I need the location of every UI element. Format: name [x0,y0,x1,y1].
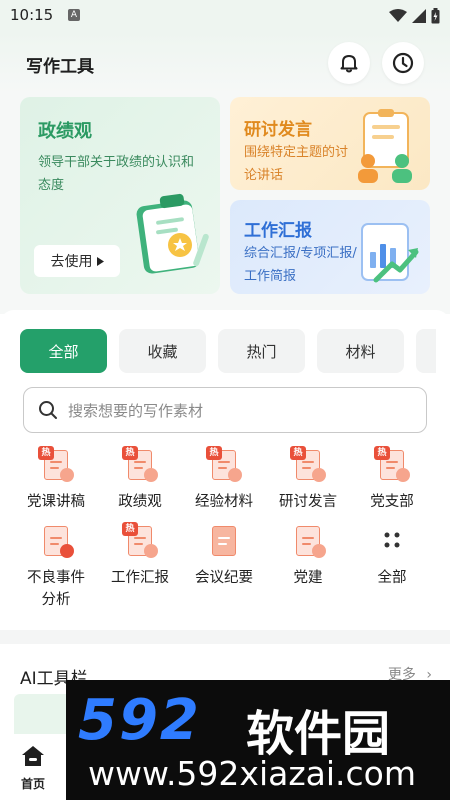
grid-item-party-building[interactable]: 党建 [266,522,350,589]
grid-item-seminar[interactable]: 热 研讨发言 [266,446,350,513]
use-button[interactable]: 去使用 [34,245,120,277]
watermark-url: www.592xiazai.com [88,754,417,793]
ai-tool-card[interactable] [14,694,74,734]
chart-illustration [361,223,419,283]
notifications-button[interactable] [328,42,370,84]
speech-document-icon: 热 [290,446,326,482]
grid-item-party-lecture[interactable]: 热 党课讲稿 [14,446,98,513]
grid-item-label: 研讨发言 [279,494,337,510]
content-sheet: 全部 收藏 热门 材料 搜索想要的写作素材 热 党课讲稿 热 政绩观 热 经验材… [0,310,450,630]
notebook-icon [206,522,242,558]
flag-document-icon [290,522,326,558]
section-divider [0,630,450,644]
history-button[interactable] [382,42,424,84]
grid-item-experience[interactable]: 热 经验材料 [182,446,266,513]
signal-icon [412,9,426,23]
status-icons [389,6,440,26]
hot-badge: 热 [38,446,54,460]
hot-badge: 热 [290,446,306,460]
tab-materials[interactable]: 材料 [317,329,404,373]
banner-main[interactable]: 政绩观 领导干部关于政绩的认识和态度 去使用 [20,97,220,294]
grid-item-label: 政绩观 [118,494,162,510]
home-icon [22,746,44,766]
document-icon: 热 [38,446,74,482]
watermark-number: 592 [78,688,201,753]
tab-overflow[interactable] [416,329,436,373]
grid-item-label: 党课讲稿 [27,494,85,510]
tab-favorites[interactable]: 收藏 [119,329,206,373]
status-bar: 10:15 A [0,0,450,32]
report-document-icon: 热 [122,522,158,558]
banner-report-title: 工作汇报 [244,221,312,241]
search-icon [39,401,57,419]
search-box[interactable]: 搜索想要的写作素材 [23,387,427,433]
bottom-nav: 首页 [0,734,66,800]
grid-item-label: 全部 [377,570,407,586]
hot-badge: 热 [122,446,138,460]
grid-item-label: 不良事件分析 [27,570,85,608]
status-time: 10:15 [10,6,54,24]
banner-report-desc: 综合汇报/专项汇报/工作简报 [244,246,357,284]
wifi-icon [389,9,407,22]
use-button-label: 去使用 [50,254,93,270]
medical-document-icon [38,522,74,558]
bell-icon [340,55,358,73]
tab-all[interactable]: 全部 [20,329,107,373]
more-dots-icon [374,522,410,558]
search-placeholder: 搜索想要的写作素材 [68,401,204,420]
watermark-logo: 592 软件园 www.592xiazai.com [66,680,450,800]
hot-badge: 热 [374,446,390,460]
hot-badge: 热 [122,522,138,536]
filter-tabs: 全部 收藏 热门 材料 [20,329,436,373]
grid-item-label: 党支部 [370,494,414,510]
clock-icon [392,52,414,74]
battery-icon [431,8,440,24]
pen-document-icon: 热 [206,446,242,482]
banner-seminar[interactable]: 研讨发言 围绕特定主题的讨论讲话 [230,97,430,190]
banner-main-title: 政绩观 [38,121,92,142]
grid-item-work-report[interactable]: 热 工作汇报 [98,522,182,589]
grid-item-adverse-event[interactable]: 不良事件分析 [14,522,98,611]
branch-document-icon: 热 [374,446,410,482]
banner-area: 政绩观 领导干部关于政绩的认识和态度 去使用 研讨发言 围绕特定主题的讨论讲话 [0,94,450,314]
hot-badge: 热 [206,446,222,460]
grid-item-party-branch[interactable]: 热 党支部 [350,446,434,513]
banner-seminar-title: 研讨发言 [244,120,312,140]
notification-icon: A [68,9,80,21]
grid-item-label: 工作汇报 [111,570,169,586]
grid-item-label: 党建 [293,570,323,586]
app-header: 写作工具 [0,32,450,94]
trophy-document-icon: 热 [122,446,158,482]
play-arrow-icon [96,256,104,266]
page-title: 写作工具 [26,57,94,77]
tab-hot[interactable]: 热门 [218,329,305,373]
grid-item-label: 经验材料 [195,494,253,510]
grid-item-all[interactable]: 全部 [350,522,434,589]
clipboard-illustration [136,193,209,274]
nav-home-label: 首页 [20,777,45,791]
grid-item-minutes[interactable]: 会议纪要 [182,522,266,589]
grid-item-achievement[interactable]: 热 政绩观 [98,446,182,513]
banner-report[interactable]: 工作汇报 综合汇报/专项汇报/工作简报 [230,200,430,294]
discussion-illustration [358,109,412,183]
nav-home[interactable]: 首页 [0,734,66,800]
grid-item-label: 会议纪要 [195,570,253,586]
banner-seminar-desc: 围绕特定主题的讨论讲话 [244,145,349,183]
